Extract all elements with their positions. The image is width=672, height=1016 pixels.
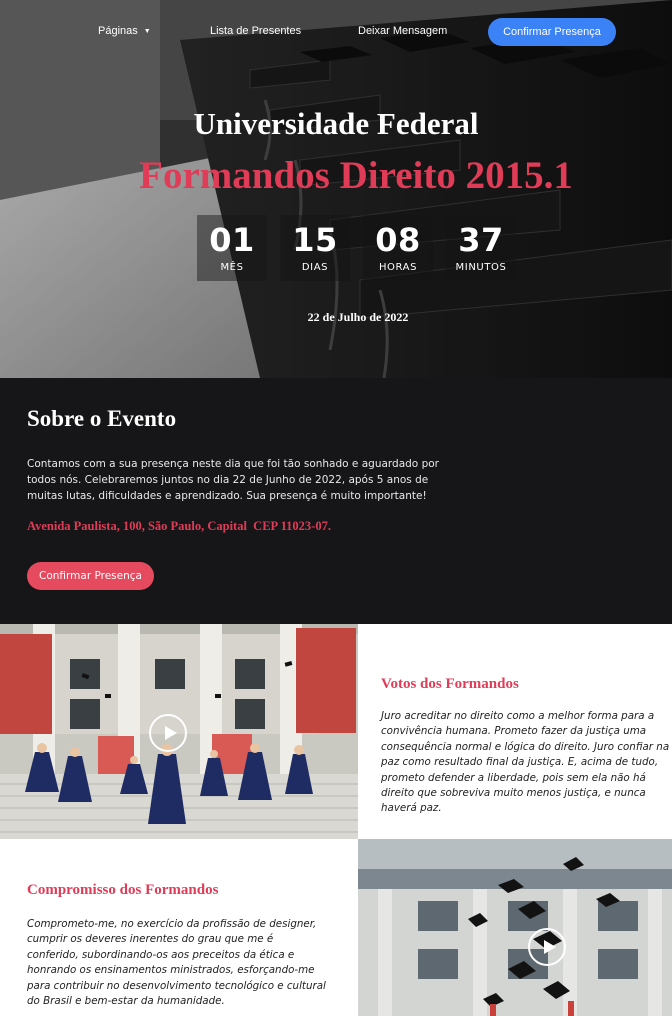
play-video-button[interactable] [528,928,566,966]
countdown-label: HORAS [378,262,418,273]
nav-deixar-mensagem-link[interactable]: Deixar Mensagem [358,25,447,37]
countdown-days: 15 DIAS [280,215,350,281]
event-date: 22 de Julho de 2022 [307,310,409,324]
play-video-button[interactable] [149,714,187,752]
countdown-hours: 08 HORAS [363,215,433,281]
event-address: Avenida Paulista, 100, São Paulo, Capita… [27,519,331,533]
confirmar-presenca-button[interactable]: Confirmar Presença [27,562,154,590]
caps-toss-photo [358,839,672,1016]
hero-section: Páginas ▼ Lista de Presentes Deixar Mensa… [0,0,672,378]
countdown-minutes: 37 MINUTOS [446,215,516,281]
countdown-timer: 01 MÊS 15 DIAS 08 HORAS 37 MINUTOS [195,215,519,281]
about-section: Sobre o Evento Contamos com a sua presen… [0,378,672,624]
nav-lista-presentes-link[interactable]: Lista de Presentes [210,25,301,37]
about-description: Contamos com a sua presença neste dia qu… [27,458,439,502]
compromisso-title: Compromisso dos Formandos [27,882,219,898]
caps-toss-photo-video[interactable] [358,839,672,1016]
play-icon [165,726,177,740]
countdown-months: 01 MÊS [197,215,267,281]
top-navigation: Páginas ▼ Lista de Presentes Deixar Mensa… [0,18,672,46]
nav-paginas-label: Páginas [98,25,138,37]
play-icon [544,940,556,954]
compromisso-text: Comprometo-me, no exercício da profissão… [27,918,326,1008]
countdown-value: 37 [458,221,504,259]
countdown-label: DIAS [301,262,329,273]
nav-paginas-dropdown[interactable]: Páginas ▼ [98,25,151,37]
chevron-down-icon: ▼ [143,28,151,35]
countdown-label: MINUTOS [455,262,507,273]
about-title: Sobre o Evento [27,406,177,431]
countdown-value: 08 [375,221,421,259]
hero-title: Formandos Direito 2015.1 [139,154,573,197]
graduation-photo-video[interactable] [0,624,358,839]
countdown-label: MÊS [220,262,244,273]
hero-subtitle: Universidade Federal [193,106,479,141]
nav-confirmar-presenca-button[interactable]: Confirmar Presença [488,18,616,46]
votos-title: Votos dos Formandos [381,676,519,692]
compromisso-section: Compromisso dos Formandos Comprometo-me,… [0,839,358,1016]
votos-text: Juro acreditar no direito como a melhor … [381,710,670,815]
countdown-value: 01 [209,221,255,259]
votos-section: Votos dos Formandos Juro acreditar no di… [358,624,672,839]
countdown-value: 15 [292,221,338,259]
